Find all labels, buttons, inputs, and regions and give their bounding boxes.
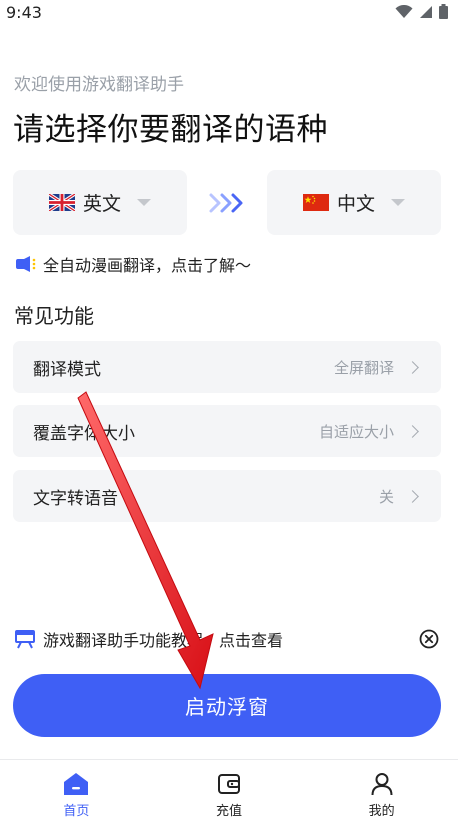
section-title-common-functions: 常见功能 [14, 304, 94, 328]
tab-profile[interactable]: 我的 [305, 760, 458, 820]
chevron-down-icon [137, 199, 151, 206]
tutorial-banner[interactable]: 游戏翻译助手功能教程，点击查看 [15, 627, 283, 651]
battery-icon [439, 4, 448, 19]
board-icon [15, 630, 35, 649]
close-icon[interactable] [419, 629, 439, 649]
tab-home[interactable]: 首页 [0, 760, 153, 820]
setting-label: 文字转语音 [33, 488, 118, 509]
setting-row-overlay-font-size[interactable]: 覆盖字体大小 自适应大小 [13, 405, 441, 457]
promo-text: 全自动漫画翻译，点击了解～ [43, 256, 252, 275]
status-time: 9:43 [6, 3, 42, 22]
wallet-icon [218, 774, 240, 794]
tutorial-text: 游戏翻译助手功能教程，点击查看 [43, 631, 284, 650]
chevron-right-icon [406, 489, 419, 503]
uk-flag-icon [48, 194, 75, 211]
welcome-subtitle: 欢迎使用游戏翻译助手 [14, 75, 184, 95]
source-language-select[interactable]: 英文 [13, 170, 187, 235]
chevron-right-icon [406, 424, 419, 438]
target-language-label: 中文 [336, 193, 375, 215]
setting-row-text-to-speech[interactable]: 文字转语音 关 [13, 470, 441, 522]
home-icon [64, 773, 89, 795]
setting-value: 自适应大小 [318, 422, 394, 441]
target-language-select[interactable]: 中文 [267, 170, 441, 235]
source-language-label: 英文 [82, 193, 121, 215]
chevron-right-icon [406, 360, 419, 374]
manga-translate-promo[interactable]: 全自动漫画翻译，点击了解～ [15, 252, 251, 276]
start-float-window-button[interactable]: 启动浮窗 [13, 674, 441, 737]
status-bar: 9:43 [0, 0, 458, 26]
chevron-down-icon [391, 199, 405, 206]
tab-recharge[interactable]: 充值 [153, 760, 306, 820]
setting-value: 关 [378, 487, 394, 506]
status-icons [395, 4, 448, 19]
setting-label: 覆盖字体大小 [33, 423, 135, 444]
tab-label: 充值 [216, 804, 243, 819]
tab-label: 我的 [368, 804, 395, 819]
page-title: 请选择你要翻译的语种 [13, 112, 328, 148]
triple-chevron-right-icon[interactable] [208, 190, 248, 216]
signal-icon [420, 5, 432, 18]
bottom-tab-bar: 首页 充值 我的 [0, 759, 458, 820]
user-icon [371, 773, 393, 796]
setting-label: 翻译模式 [33, 359, 101, 380]
setting-row-translate-mode[interactable]: 翻译模式 全屏翻译 [13, 341, 441, 393]
speaker-icon [16, 256, 36, 272]
china-flag-icon [302, 194, 329, 211]
wifi-icon [395, 4, 413, 18]
tab-label: 首页 [63, 804, 90, 819]
setting-value: 全屏翻译 [333, 358, 394, 377]
